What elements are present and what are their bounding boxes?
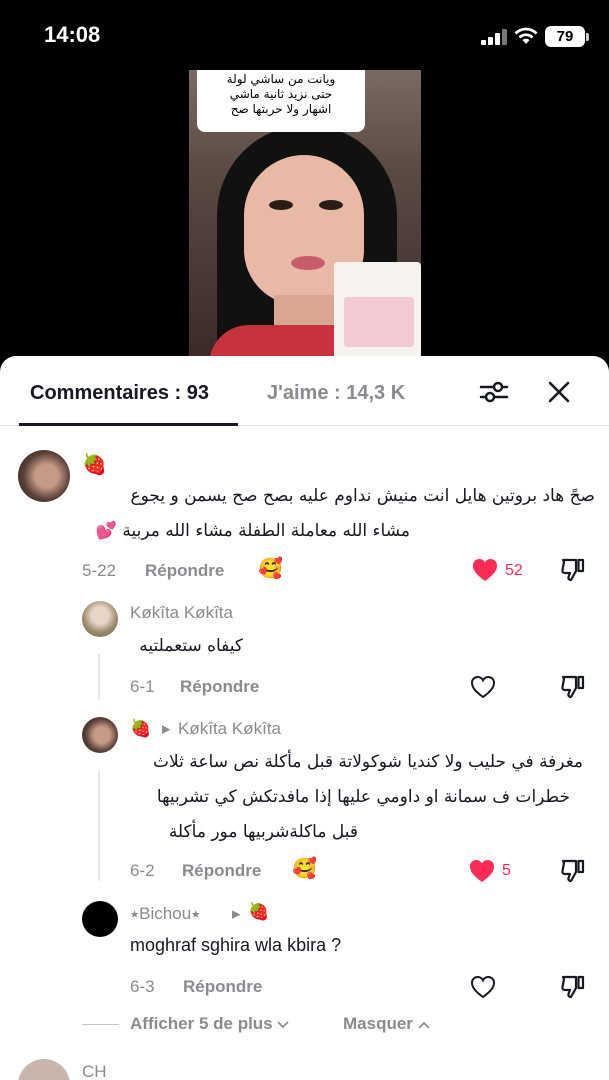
comment-author[interactable]: CH [82,1062,107,1080]
caption-line: حتى نزيد ثانية ماشي [229,87,333,101]
tab-comments[interactable]: Commentaires : 93 [30,382,209,405]
reply-author[interactable]: Køkîta Køkîta [130,603,233,623]
thread-line [98,771,100,881]
tab-likes[interactable]: J'aime : 14,3 K [267,382,405,405]
heart-outline-icon[interactable] [470,975,496,999]
hide-label: Masquer [343,1014,413,1033]
like-count: 52 [505,562,523,579]
video-preview[interactable]: ويانت من ساشي لولة حتى نزيد ثانية ماشي ا… [189,70,421,360]
comment-author[interactable]: 🍓 [82,452,107,477]
caption-line: ويانت من ساشي لولة [226,72,336,86]
video-caption: ويانت من ساشي لولة حتى نزيد ثانية ماشي ا… [197,70,365,132]
creator-liked-icon: 🥰 [258,556,283,580]
thread-line [98,654,100,700]
sheet-tabs: Commentaires : 93 J'aime : 14,3 K [0,356,609,426]
hide-replies-button[interactable]: Masquer [343,1014,430,1034]
comment-date: 5-22 [82,561,117,580]
status-time: 14:08 [44,22,101,47]
dislike-icon[interactable] [560,674,586,700]
signal-icon [481,29,507,45]
creator-liked-icon: 🥰 [292,856,317,880]
tab-active-underline [19,423,238,426]
reply-author[interactable]: ⭑Bichou⭑ [130,904,200,924]
dislike-icon[interactable] [560,858,586,884]
comment-text-line: مشاء الله معاملة الطفلة مشاء الله مربية … [95,521,410,541]
video-lips [291,256,325,270]
reply-text-line: قبل ماكلةشربيها مور مأكلة [168,822,358,842]
reply-date: 6-3 [130,977,155,996]
wifi-icon [514,27,538,44]
product-label [344,297,414,347]
reply-button[interactable]: Répondre [145,561,224,581]
reply-button[interactable]: Répondre [183,977,262,997]
reply-button[interactable]: Répondre [180,677,259,697]
reply-to-user[interactable]: Køkîta Køkîta [178,719,281,739]
avatar[interactable] [18,1059,70,1080]
comment-text-line: صحً هاد بروتين هايل انت منيش نداوم عليه … [130,486,595,506]
reply-text-line: مغرفة في حليب ولا كنديا شوكولاتة قبل مأك… [153,752,583,772]
reply-to-user[interactable]: 🍓 [248,902,269,922]
caption-line: اشهار ولا حربتها صح [230,102,332,116]
reply-to-arrow: ▸ [232,904,241,923]
battery-indicator: 79 [545,26,585,47]
reply-button[interactable]: Répondre [182,861,261,881]
status-bar: 14:08 79 [0,0,609,70]
chevron-up-icon [418,1021,430,1029]
product-pouch [334,262,421,360]
heart-icon[interactable] [469,859,495,883]
reply-date: 6-1 [130,677,155,696]
like-count: 5 [502,862,511,879]
thread-separator [82,1024,119,1025]
show-more-label: Afficher 5 de plus [130,1014,273,1033]
reply-text-line: خطرات ف سمانة او داومي عليها إذا مافدتكش… [156,787,570,807]
battery-tip [586,33,589,41]
heart-outline-icon[interactable] [470,675,496,699]
close-icon[interactable] [545,378,573,406]
video-eye-right [319,200,343,210]
reply-date: 6-2 [130,861,155,880]
reply-text: كيفاه ستعملتيه [139,636,243,656]
reply-to-arrow: ▸ [162,719,171,738]
dislike-icon[interactable] [560,974,586,1000]
filter-icon[interactable] [478,378,510,406]
reply-author[interactable]: 🍓 [130,719,151,739]
avatar[interactable] [82,901,118,937]
avatar[interactable] [18,450,70,502]
chevron-down-icon [277,1021,290,1029]
show-more-replies-button[interactable]: Afficher 5 de plus [130,1014,290,1034]
dislike-icon[interactable] [560,557,586,583]
heart-icon[interactable] [472,558,498,582]
comments-sheet: Commentaires : 93 J'aime : 14,3 K 🍓 صحً … [0,356,609,1080]
video-eye-left [269,200,293,210]
reply-text: moghraf sghira wla kbira ? [130,935,342,955]
